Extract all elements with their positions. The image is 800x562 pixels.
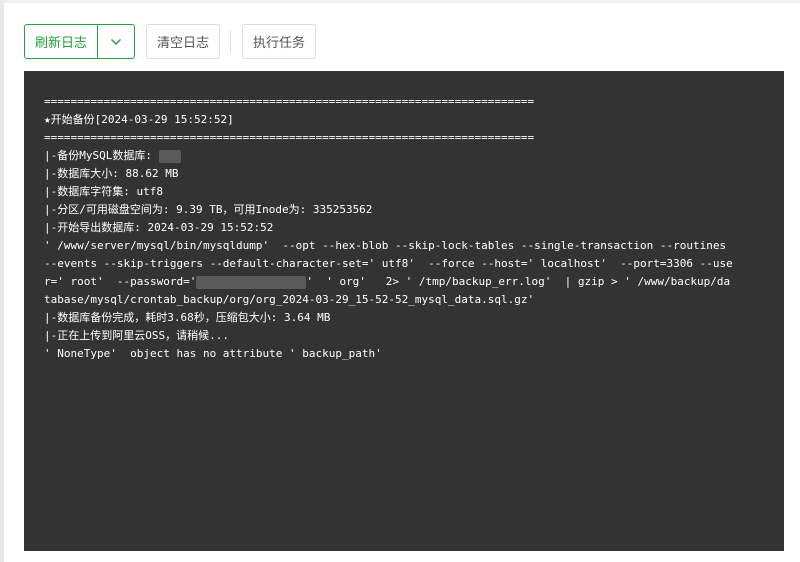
log-line-text: ' ' org' 2> ' /tmp/backup_err.log' | gzi…: [306, 275, 731, 288]
run-task-button[interactable]: 执行任务: [242, 24, 316, 59]
left-divider: [0, 0, 4, 562]
chevron-down-icon: [111, 38, 121, 45]
log-line-backup-start: ★开始备份[2024-03-29 15:52:52]: [44, 113, 234, 126]
log-line-db-name: |-备份MySQL数据库:: [44, 147, 764, 165]
log-line-command: ' /www/server/mysql/bin/mysqldump' --opt…: [44, 239, 727, 252]
log-line-text: |-备份MySQL数据库:: [44, 149, 159, 162]
refresh-log-split-button: 刷新日志: [24, 24, 135, 59]
log-line-uploading: |-正在上传到阿里云OSS，请稍候...: [44, 329, 229, 342]
redacted-db-name: [158, 149, 181, 163]
log-separator: ========================================…: [44, 131, 535, 144]
log-line-error: ' NoneType' object has no attribute ' ba…: [44, 347, 382, 360]
toolbar-separator: [230, 30, 231, 53]
log-output-panel[interactable]: ========================================…: [24, 71, 784, 551]
log-line-backup-done: |-数据库备份完成，耗时3.68秒，压缩包大小: 3.64 MB: [44, 311, 331, 324]
log-line-command: tabase/mysql/crontab_backup/org/org_2024…: [44, 293, 535, 306]
log-line-text: r=' root' --password=': [44, 275, 197, 288]
clear-log-button[interactable]: 清空日志: [146, 24, 220, 59]
log-toolbar: 刷新日志 清空日志 执行任务: [24, 23, 316, 60]
log-line-disk-space: |-分区/可用磁盘空间为: 9.39 TB，可用Inode为: 33525356…: [44, 203, 373, 216]
redacted-password: [196, 275, 307, 289]
log-line-export-start: |-开始导出数据库: 2024-03-29 15:52:52: [44, 221, 274, 234]
top-divider: [0, 0, 800, 3]
log-line-command: r=' root' --password=' ' ' org' 2> ' /tmp…: [44, 273, 764, 291]
log-line-command: --events --skip-triggers --default-chara…: [44, 257, 733, 270]
refresh-log-button[interactable]: 刷新日志: [25, 25, 98, 58]
refresh-dropdown-toggle[interactable]: [98, 25, 134, 58]
log-line-charset: |-数据库字符集: utf8: [44, 185, 163, 198]
log-separator: ========================================…: [44, 95, 535, 108]
log-line-db-size: |-数据库大小: 88.62 MB: [44, 167, 179, 180]
